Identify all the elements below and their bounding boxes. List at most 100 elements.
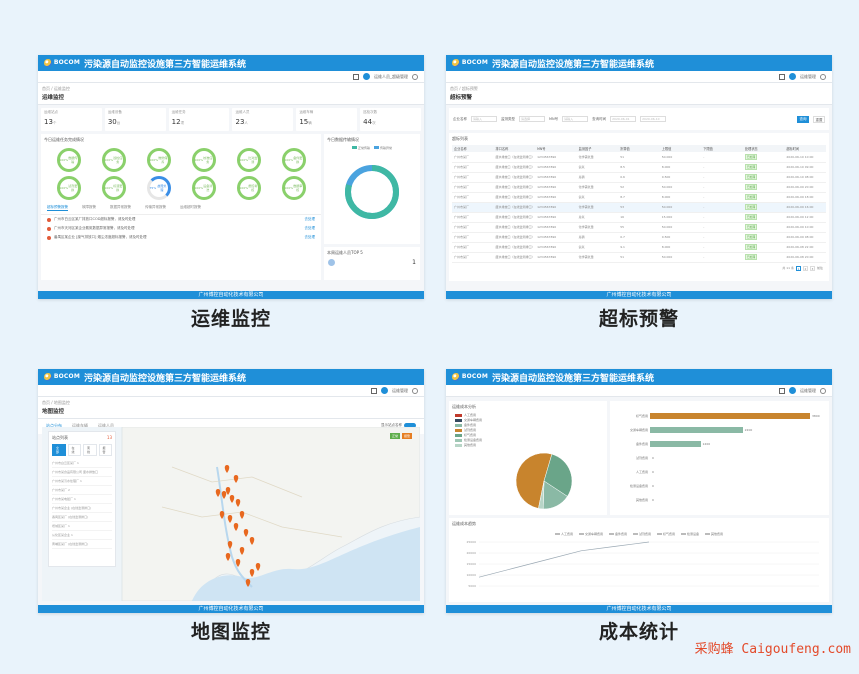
user-name[interactable]: 运维人员_超级管理	[374, 74, 408, 80]
list-item[interactable]: 增城区某厂 1	[52, 522, 112, 531]
list-item[interactable]: 广州市某企业 (在线监测排口)	[52, 504, 112, 513]
table-title: 超标列表	[452, 136, 468, 141]
list-item[interactable]: 广州市某厂 2	[52, 486, 112, 495]
table-cell: 1234567890	[535, 232, 577, 243]
table-row[interactable]: 广州市某厂 废水排放口（在线监测排口） 1234567890 总磷 0.7 0.500- 已…	[452, 232, 826, 243]
logout-icon[interactable]	[412, 387, 418, 394]
list-item[interactable]: 从化区某企业 1	[52, 531, 112, 540]
grid-icon[interactable]	[779, 387, 785, 394]
column-header[interactable]: 上限值	[659, 145, 702, 152]
filter-all[interactable]: 全部	[52, 444, 66, 456]
table-row[interactable]: 广州市某厂 废水排放口（在线监测排口） 1234567890 氨氮 8.7 8.000- 已…	[452, 192, 826, 203]
alarm-tab[interactable]: 传输异常报警	[145, 205, 166, 211]
list-item[interactable]: 广州市某电镀厂 1	[52, 495, 112, 504]
user-name[interactable]: 运维管理	[392, 388, 408, 394]
table-cell: 废水排放口（在线监测排口）	[493, 182, 536, 193]
user-name[interactable]: 运维管理	[800, 388, 816, 394]
date-end-input[interactable]: 2020-06-10	[640, 116, 667, 122]
page-2[interactable]: 2	[802, 265, 808, 271]
mn-input[interactable]: 请输入	[562, 116, 589, 122]
table-cell: 已处理	[742, 162, 785, 173]
handle-link[interactable]: 去处理	[305, 226, 316, 231]
table-cell: 广州市某厂	[452, 202, 494, 213]
status-badge: 已处理	[744, 214, 758, 220]
column-header[interactable]: 处理状态	[742, 145, 785, 152]
filter-online[interactable]: 在线	[67, 444, 81, 456]
table-row[interactable]: 广州市某厂 废水排放口（在线监测排口） 1234567890 总氮 16 15.000- 已…	[452, 212, 826, 223]
site-filter-tabs: 全部 在线 离线 报警	[52, 444, 112, 456]
rank-avatar	[328, 259, 335, 266]
grid-icon[interactable]	[371, 387, 377, 394]
list-item[interactable]: 广州市白云区某厂 1	[52, 459, 112, 468]
avatar[interactable]	[363, 73, 370, 80]
bar-value: 3800	[812, 414, 820, 418]
table-row[interactable]: 广州市某厂 废水排放口（在线监测排口） 1234567890 化学需氧量 51 50.00…	[452, 152, 826, 163]
table-cell: 0.7	[618, 232, 660, 243]
list-item[interactable]: 黄埔区某厂 (在线监测排口)	[52, 540, 112, 549]
reset-button[interactable]: 重置	[813, 115, 825, 123]
table-cell: 化学需氧量	[576, 202, 619, 213]
legend-alarm-button[interactable]: 报警	[401, 433, 412, 439]
logout-icon[interactable]	[820, 73, 826, 80]
company-input[interactable]: 请输入	[471, 116, 497, 122]
grid-icon[interactable]	[779, 73, 785, 80]
table-cell: 1234567890	[535, 172, 577, 183]
logout-icon[interactable]	[820, 387, 826, 394]
type-select[interactable]: 请选择	[519, 116, 545, 122]
logout-icon[interactable]	[412, 73, 418, 80]
column-header[interactable]: 企业名称	[452, 145, 494, 152]
series-line[interactable]	[478, 541, 650, 578]
alarm-table-panel: 超标列表 企业名称 排口名称 MN号 监测因子 折算值 上限值 下限值 处理状态 超标时间 广州…	[449, 133, 829, 281]
table-row[interactable]: 广州市某厂 废水排放口（在线监测排口） 1234567890 氨氮 8.5 8.000- 已…	[452, 162, 826, 173]
avatar[interactable]	[381, 387, 388, 394]
alarm-tab[interactable]: 故障报警	[82, 205, 96, 211]
column-header[interactable]: 折算值	[618, 145, 660, 152]
list-item[interactable]: 广州市某污水处理厂 1	[52, 477, 112, 486]
alarm-tab[interactable]: 运维超时报警	[180, 205, 201, 211]
avatar[interactable]	[789, 387, 796, 394]
handle-link[interactable]: 去处理	[305, 235, 316, 240]
cost-bar[interactable]	[650, 413, 810, 419]
list-item[interactable]: 番禺区某厂 (在线监测排口)	[52, 513, 112, 522]
filter-offline[interactable]: 离线	[83, 444, 97, 456]
avatar[interactable]	[789, 73, 796, 80]
map-area[interactable]: 站点列表 13 全部 在线 离线 报警 广州市白云区某厂 1 广州市某食品有限公司 …	[42, 427, 420, 601]
table-cell: 2020-06-10 08:00	[784, 172, 826, 183]
page-3[interactable]: 3	[809, 265, 815, 271]
alarm-tab[interactable]: 超标预警报警	[47, 205, 68, 211]
table-row[interactable]: 广州市某厂 废水排放口（在线监测排口） 1234567890 化学需氧量 52 50.00…	[452, 182, 826, 193]
user-bar: 运维管理	[446, 71, 832, 83]
table-row[interactable]: 广州市某厂 废水排放口（在线监测排口） 1234567890 氨氮 9.1 8.000- 已…	[452, 242, 826, 253]
column-header[interactable]: 监测因子	[576, 145, 619, 152]
table-row[interactable]: 广州市某厂 废水排放口（在线监测排口） 1234567890 化学需氧量 53 50.00…	[452, 202, 826, 213]
table-row[interactable]: 广州市某厂 废水排放口（在线监测排口） 1234567890 化学需氧量 55 50.00…	[452, 222, 826, 233]
grid-icon[interactable]	[353, 73, 359, 80]
y-tick-label: 20000	[466, 551, 476, 555]
user-name[interactable]: 运维管理	[800, 74, 816, 80]
table-cell: 广州市某厂	[452, 192, 494, 203]
date-start-input[interactable]: 2020-06-01	[610, 116, 637, 122]
cost-bar[interactable]	[650, 441, 701, 447]
alarm-tab[interactable]: 数据异常报警	[110, 205, 131, 211]
column-header[interactable]: 超标时间	[784, 145, 826, 152]
handle-link[interactable]: 去处理	[305, 217, 316, 222]
page-jump[interactable]: 前往	[817, 266, 823, 271]
filter-alarm[interactable]: 报警	[98, 444, 112, 456]
task-ring: 100% 数据审核	[281, 176, 306, 200]
column-header[interactable]: MN号	[535, 145, 577, 152]
table-cell: 废水排放口（在线监测排口）	[493, 192, 536, 203]
table-cell: -	[701, 242, 743, 253]
cost-bar[interactable]	[650, 427, 743, 433]
bar-label: 人工费用	[635, 470, 648, 474]
app-title: 污染源自动监控设施第三方智能运维系统	[492, 373, 655, 384]
legend-normal-button[interactable]: 正常	[389, 433, 400, 439]
table-cell: 广州市某厂	[452, 212, 494, 223]
search-button[interactable]: 查询	[797, 115, 809, 123]
page-1[interactable]: 1	[795, 265, 801, 271]
table-row[interactable]: 广州市某厂 废水排放口（在线监测排口） 1234567890 总磷 0.6 0.500- 已…	[452, 172, 826, 183]
column-header[interactable]: 下限值	[701, 145, 743, 152]
column-header[interactable]: 排口名称	[493, 145, 536, 152]
table-cell: 2020-06-10 09:00	[784, 162, 826, 173]
table-row[interactable]: 广州市某厂 废水排放口（在线监测排口） 1234567890 化学需氧量 51 50.00…	[452, 252, 826, 263]
list-item[interactable]: 广州市某食品有限公司 废水排放口	[52, 468, 112, 477]
